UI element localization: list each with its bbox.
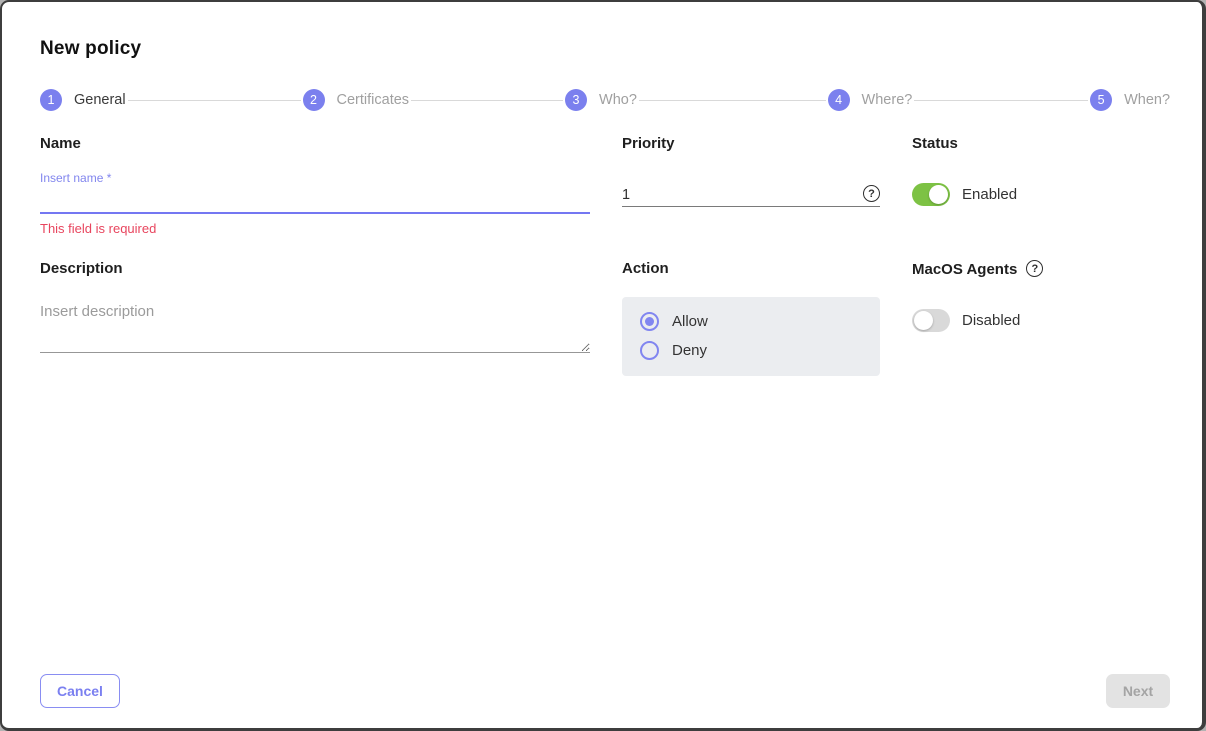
stepper-step-who[interactable]: 3 Who? <box>565 89 828 111</box>
stepper-connector <box>411 100 563 101</box>
radio-deny-label: Deny <box>672 342 707 359</box>
priority-input[interactable] <box>622 187 863 203</box>
step-4-badge: 4 <box>828 89 850 111</box>
radio-unselected-icon <box>640 341 659 360</box>
dialog-footer: Cancel Next <box>40 674 1170 708</box>
action-options-box: Allow Deny <box>622 297 880 376</box>
page-title: New policy <box>40 38 1168 60</box>
stepper-step-general[interactable]: 1 General <box>40 89 303 111</box>
priority-input-row: ? <box>622 185 880 207</box>
macos-agents-state-label: Disabled <box>962 312 1020 329</box>
step-3-badge: 3 <box>565 89 587 111</box>
name-field-group: Name Insert name * This field is require… <box>40 135 590 236</box>
radio-selected-icon <box>640 312 659 331</box>
macos-agents-toggle-row: Disabled <box>912 309 1170 332</box>
step-3-label: Who? <box>599 92 637 108</box>
cancel-button[interactable]: Cancel <box>40 674 120 708</box>
name-floating-label: Insert name * <box>40 171 590 185</box>
macos-agents-toggle[interactable] <box>912 309 950 332</box>
macos-agents-label-text: MacOS Agents <box>912 261 1017 278</box>
stepper-connector <box>914 100 1088 101</box>
toggle-knob <box>914 311 933 330</box>
name-error-message: This field is required <box>40 221 590 236</box>
status-toggle[interactable] <box>912 183 950 206</box>
wizard-stepper: 1 General 2 Certificates 3 Who? 4 Where?… <box>40 89 1170 111</box>
new-policy-dialog: New policy 1 General 2 Certificates 3 Wh… <box>0 0 1206 731</box>
priority-help-icon[interactable]: ? <box>863 185 880 202</box>
step-1-badge: 1 <box>40 89 62 111</box>
radio-allow-label: Allow <box>672 313 708 330</box>
status-label: Status <box>912 135 1170 152</box>
step-4-label: Where? <box>862 92 913 108</box>
description-textarea[interactable] <box>40 293 590 353</box>
general-form: Name Insert name * This field is require… <box>40 135 1168 376</box>
status-toggle-row: Enabled <box>912 183 1170 206</box>
stepper-step-when[interactable]: 5 When? <box>1090 89 1170 111</box>
description-label: Description <box>40 260 590 277</box>
name-input[interactable] <box>40 185 590 214</box>
macos-agents-label: MacOS Agents ? <box>912 260 1170 278</box>
step-2-badge: 2 <box>303 89 325 111</box>
status-state-label: Enabled <box>962 186 1017 203</box>
status-field-group: Status Enabled <box>912 135 1170 206</box>
action-label: Action <box>622 260 880 277</box>
stepper-step-certificates[interactable]: 2 Certificates <box>303 89 566 111</box>
description-field-group: Description <box>40 260 590 353</box>
step-1-label: General <box>74 92 126 108</box>
priority-field-group: Priority ? <box>622 135 880 207</box>
stepper-connector <box>639 100 826 101</box>
toggle-knob <box>929 185 948 204</box>
step-2-label: Certificates <box>337 92 410 108</box>
name-label: Name <box>40 135 590 152</box>
stepper-connector <box>128 100 301 101</box>
macos-agents-help-icon[interactable]: ? <box>1026 260 1043 277</box>
action-radio-allow[interactable]: Allow <box>640 312 862 331</box>
macos-agents-field-group: MacOS Agents ? Disabled <box>912 260 1170 332</box>
step-5-label: When? <box>1124 92 1170 108</box>
stepper-step-where[interactable]: 4 Where? <box>828 89 1091 111</box>
next-button[interactable]: Next <box>1106 674 1170 708</box>
action-field-group: Action Allow Deny <box>622 260 880 376</box>
action-radio-deny[interactable]: Deny <box>640 341 862 360</box>
step-5-badge: 5 <box>1090 89 1112 111</box>
priority-label: Priority <box>622 135 880 152</box>
